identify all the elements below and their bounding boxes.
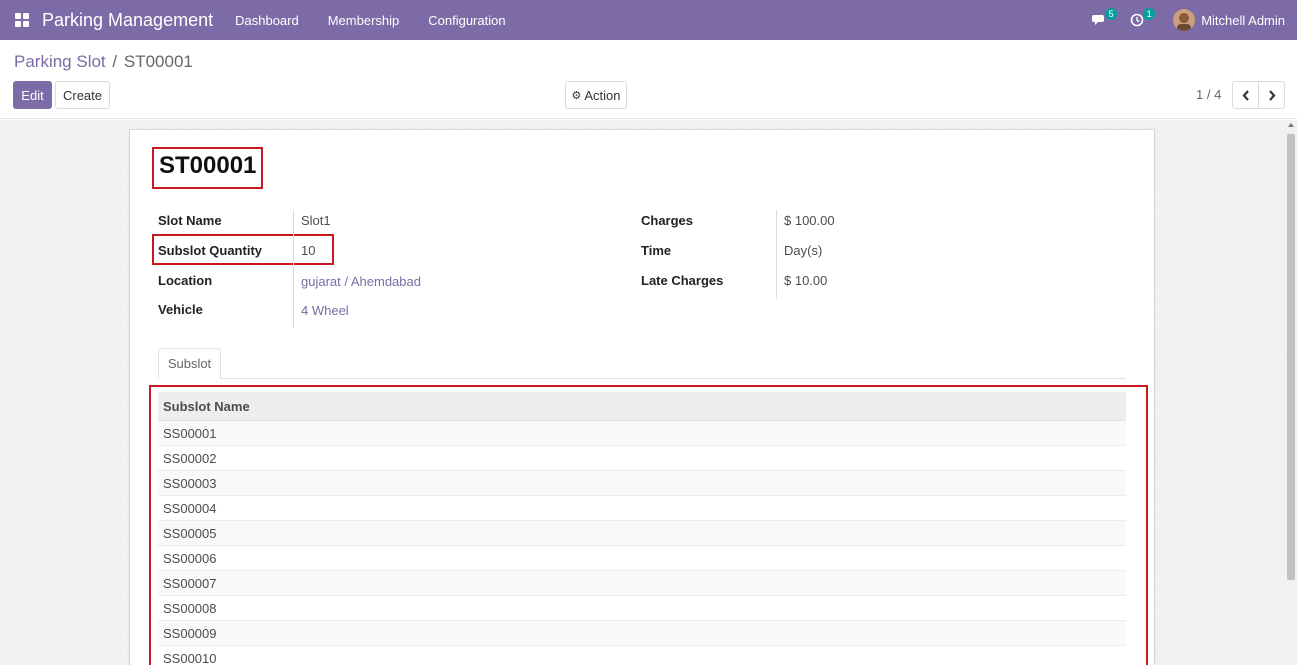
action-label: Action [584, 87, 621, 103]
location-label: Location [158, 273, 213, 288]
apps-menu-icon[interactable] [8, 0, 36, 40]
edit-button[interactable]: Edit [13, 81, 52, 109]
charges-value: $ 100.00 [784, 213, 835, 228]
menu-configuration[interactable]: Configuration [428, 13, 505, 28]
title-highlight-box [152, 147, 263, 189]
user-menu[interactable]: Mitchell Admin [1201, 13, 1285, 28]
action-button[interactable]: ⚙ Action [565, 81, 627, 109]
vertical-scrollbar[interactable] [1285, 120, 1297, 665]
location-link[interactable]: gujarat / Ahemdabad [301, 274, 421, 289]
messages-icon[interactable]: 5 [1087, 0, 1118, 40]
pager-value[interactable]: 1 / 4 [1196, 87, 1221, 102]
tab-subslot[interactable]: Subslot [158, 348, 221, 379]
breadcrumb-current: ST00001 [123, 52, 193, 71]
late-charges-value: $ 10.00 [784, 273, 828, 288]
activities-clock-icon[interactable]: 1 [1125, 0, 1156, 40]
control-panel: Parking Slot / ST00001 Edit Create ⚙ Act… [0, 40, 1297, 119]
time-value: Day(s) [784, 243, 823, 258]
create-button[interactable]: Create [55, 81, 110, 109]
right-group-separator [776, 210, 777, 299]
breadcrumb-parent-link[interactable]: Parking Slot [14, 52, 106, 71]
slot-name-value: Slot1 [301, 213, 331, 228]
scrollbar-thumb[interactable] [1287, 134, 1295, 580]
vehicle-link[interactable]: 4 Wheel [301, 303, 349, 318]
app-title[interactable]: Parking Management [42, 10, 213, 31]
menu-membership[interactable]: Membership [328, 13, 400, 28]
charges-label: Charges [641, 213, 694, 228]
menu-dashboard[interactable]: Dashboard [235, 13, 299, 28]
subslot-quantity-highlight-box [152, 234, 334, 265]
breadcrumb: Parking Slot / ST00001 [14, 52, 193, 72]
left-group-separator [293, 210, 294, 328]
pager-previous-button[interactable] [1233, 82, 1258, 108]
gear-icon: ⚙ [571, 89, 582, 102]
form-content-area: ST00001 Slot Name Slot1 Subslot Quantity… [0, 120, 1285, 665]
slot-name-label: Slot Name [158, 213, 222, 228]
chevron-left-icon [1242, 89, 1249, 101]
scroll-up-arrow-icon[interactable] [1288, 123, 1294, 127]
late-charges-label: Late Charges [641, 273, 724, 288]
form-sheet: ST00001 Slot Name Slot1 Subslot Quantity… [129, 129, 1155, 665]
pager-buttons [1232, 81, 1285, 109]
user-avatar[interactable] [1173, 9, 1196, 31]
messages-badge: 5 [1105, 8, 1118, 20]
subslot-table-highlight-box [149, 385, 1148, 665]
top-navbar: Parking Management Dashboard Membership … [0, 0, 1297, 40]
pager-next-button[interactable] [1258, 82, 1284, 108]
vehicle-label: Vehicle [158, 302, 203, 317]
tab-underline [158, 378, 1126, 379]
breadcrumb-separator: / [112, 52, 118, 71]
time-label: Time [641, 243, 672, 258]
chevron-right-icon [1268, 89, 1276, 101]
activities-badge: 1 [1143, 8, 1156, 20]
